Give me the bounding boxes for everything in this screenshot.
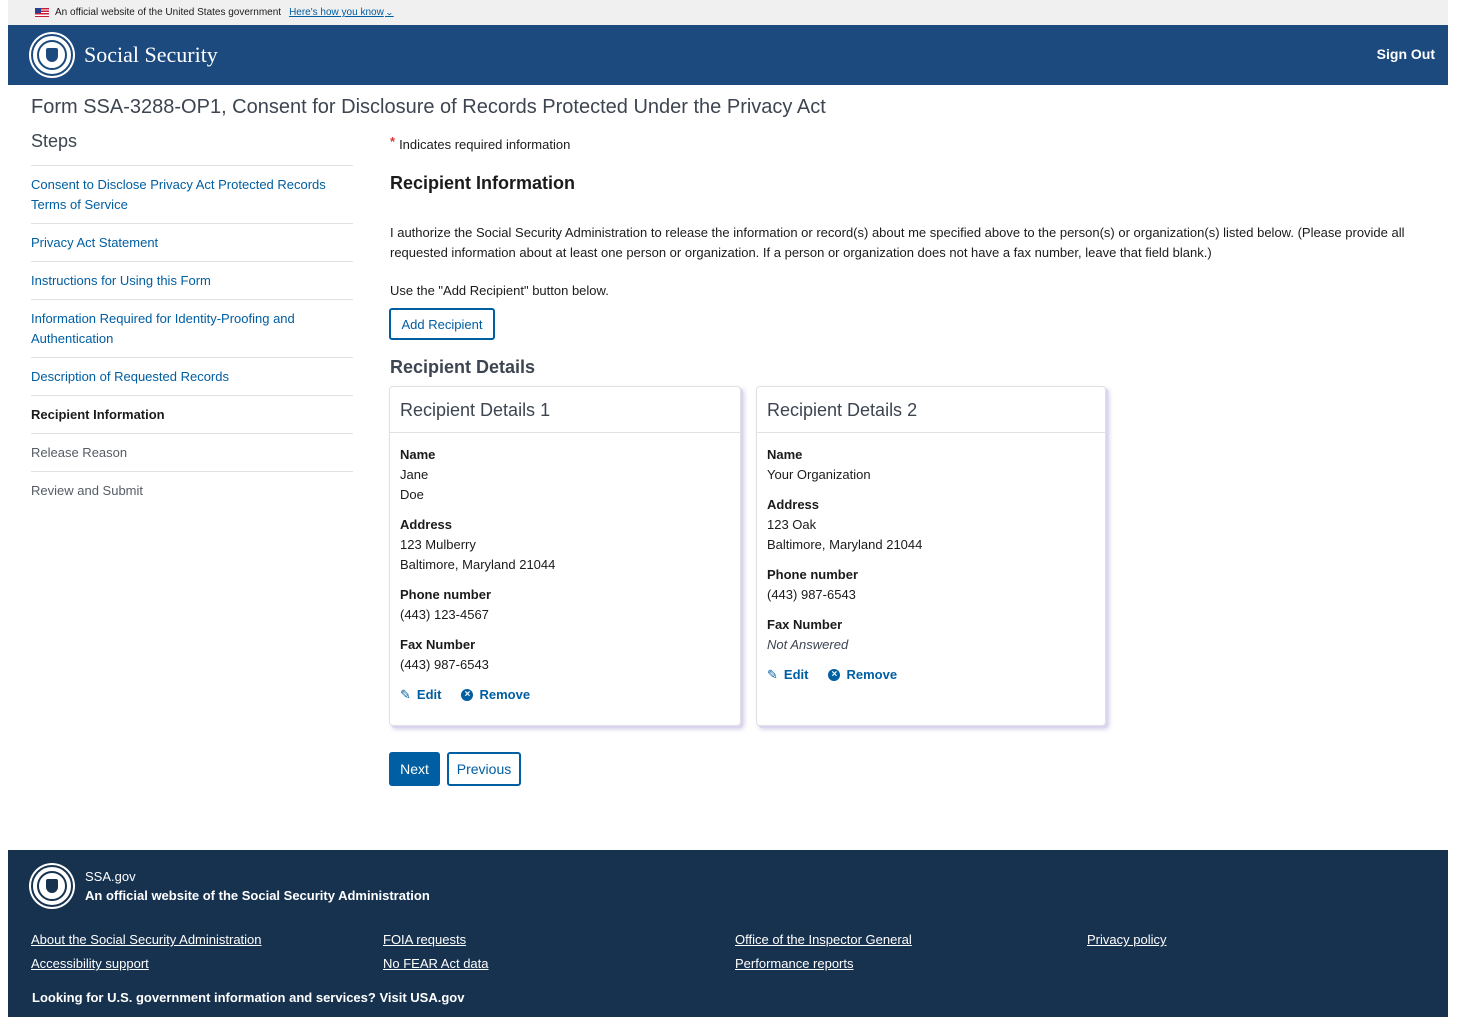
remove-circle-icon: × xyxy=(828,669,841,681)
add-recipient-instruction: Use the "Add Recipient" button below. xyxy=(390,283,609,298)
how-you-know-label[interactable]: Here's how you know xyxy=(289,7,384,18)
step-identity-proofing[interactable]: Information Required for Identity-Proofi… xyxy=(31,299,353,357)
recipient-last-name: Doe xyxy=(400,487,424,502)
footer-link-foia[interactable]: FOIA requests xyxy=(383,932,466,947)
recipient-phone: (443) 987-6543 xyxy=(767,587,856,602)
remove-recipient-button[interactable]: × Remove xyxy=(461,685,530,705)
recipient-card-title: Recipient Details 1 xyxy=(390,387,740,433)
recipient-card-1: Recipient Details 1 Name Jane Doe Addres… xyxy=(389,386,741,726)
gov-banner: An official website of the United States… xyxy=(8,0,1448,25)
recipient-fax: (443) 987-6543 xyxy=(400,657,489,672)
footer-usa-gov-text[interactable]: Looking for U.S. government information … xyxy=(32,990,464,1005)
steps-heading: Steps xyxy=(31,131,78,151)
address-label: Address xyxy=(767,497,820,512)
fax-label: Fax Number xyxy=(400,637,476,652)
fax-label: Fax Number xyxy=(767,617,843,632)
steps-nav: Consent to Disclose Privacy Act Protecte… xyxy=(31,165,353,509)
step-instructions[interactable]: Instructions for Using this Form xyxy=(31,261,353,299)
recipient-first-name: Jane xyxy=(400,467,429,482)
recipient-details-title: Recipient Details xyxy=(390,357,536,377)
ssa-seal-logo[interactable] xyxy=(31,34,73,76)
next-button[interactable]: Next xyxy=(389,752,440,786)
footer-link-about-ssa[interactable]: About the Social Security Administration xyxy=(31,932,262,947)
step-release-reason: Release Reason xyxy=(31,433,353,471)
step-consent-terms[interactable]: Consent to Disclose Privacy Act Protecte… xyxy=(31,165,353,223)
pencil-icon: ✎ xyxy=(767,667,778,682)
name-label: Name xyxy=(767,447,803,462)
ssa-seal-logo xyxy=(31,865,73,907)
add-recipient-button[interactable]: Add Recipient xyxy=(389,308,495,340)
remove-recipient-button[interactable]: × Remove xyxy=(828,665,897,685)
footer-site-name: SSA.gov xyxy=(85,869,136,884)
required-note-text: Indicates required information xyxy=(399,137,571,152)
recipient-card-2: Recipient Details 2 Name Your Organizati… xyxy=(756,386,1106,726)
footer-official-text: An official website of the Social Securi… xyxy=(85,888,430,903)
us-flag-icon xyxy=(35,8,49,17)
required-star: * xyxy=(390,134,396,149)
recipient-card-title: Recipient Details 2 xyxy=(757,387,1105,433)
required-note: * Indicates required information xyxy=(390,134,571,152)
recipient-address-line1: 123 Mulberry xyxy=(400,537,476,552)
site-footer: SSA.gov An official website of the Socia… xyxy=(8,850,1448,1017)
name-label: Name xyxy=(400,447,436,462)
phone-label: Phone number xyxy=(400,587,492,602)
recipient-address-line2: Baltimore, Maryland 21044 xyxy=(400,557,556,572)
footer-link-privacy[interactable]: Privacy policy xyxy=(1087,932,1166,947)
chevron-down-icon: ⌄ xyxy=(384,8,394,17)
address-label: Address xyxy=(400,517,453,532)
edit-label[interactable]: Edit xyxy=(784,665,809,685)
step-review-submit: Review and Submit xyxy=(31,471,353,509)
remove-label[interactable]: Remove xyxy=(479,685,530,705)
site-header: Social Security Sign Out xyxy=(8,25,1448,85)
authorization-text: I authorize the Social Security Administ… xyxy=(390,225,1405,260)
brand-title[interactable]: Social Security xyxy=(84,42,218,68)
edit-label[interactable]: Edit xyxy=(417,685,442,705)
remove-circle-icon: × xyxy=(461,689,474,701)
official-website-text: An official website of the United States… xyxy=(55,7,282,18)
step-privacy-act-statement[interactable]: Privacy Act Statement xyxy=(31,223,353,261)
pencil-icon: ✎ xyxy=(400,687,411,702)
remove-label[interactable]: Remove xyxy=(846,665,897,685)
recipient-address-line1: 123 Oak xyxy=(767,517,817,532)
footer-link-accessibility[interactable]: Accessibility support xyxy=(31,956,149,971)
card-actions: ✎ Edit × Remove xyxy=(400,685,730,705)
phone-label: Phone number xyxy=(767,567,859,582)
sign-out-button[interactable]: Sign Out xyxy=(1377,46,1435,62)
footer-link-no-fear[interactable]: No FEAR Act data xyxy=(383,956,489,971)
page-title: Form SSA-3288-OP1, Consent for Disclosur… xyxy=(31,96,826,118)
edit-recipient-button[interactable]: ✎ Edit xyxy=(767,665,808,685)
card-actions: ✎ Edit × Remove xyxy=(767,665,1095,685)
step-recipient-information: Recipient Information xyxy=(31,395,353,433)
recipient-fax: Not Answered xyxy=(767,637,849,652)
recipient-org-name: Your Organization xyxy=(767,467,871,482)
how-you-know-link[interactable]: Here's how you know ⌄ xyxy=(289,7,394,18)
edit-recipient-button[interactable]: ✎ Edit xyxy=(400,685,441,705)
section-title: Recipient Information xyxy=(390,173,576,193)
footer-link-performance[interactable]: Performance reports xyxy=(735,956,854,971)
step-requested-records[interactable]: Description of Requested Records xyxy=(31,357,353,395)
recipient-address-line2: Baltimore, Maryland 21044 xyxy=(767,537,923,552)
footer-link-inspector-general[interactable]: Office of the Inspector General xyxy=(735,932,912,947)
recipient-phone: (443) 123-4567 xyxy=(400,607,489,622)
previous-button[interactable]: Previous xyxy=(447,752,521,786)
